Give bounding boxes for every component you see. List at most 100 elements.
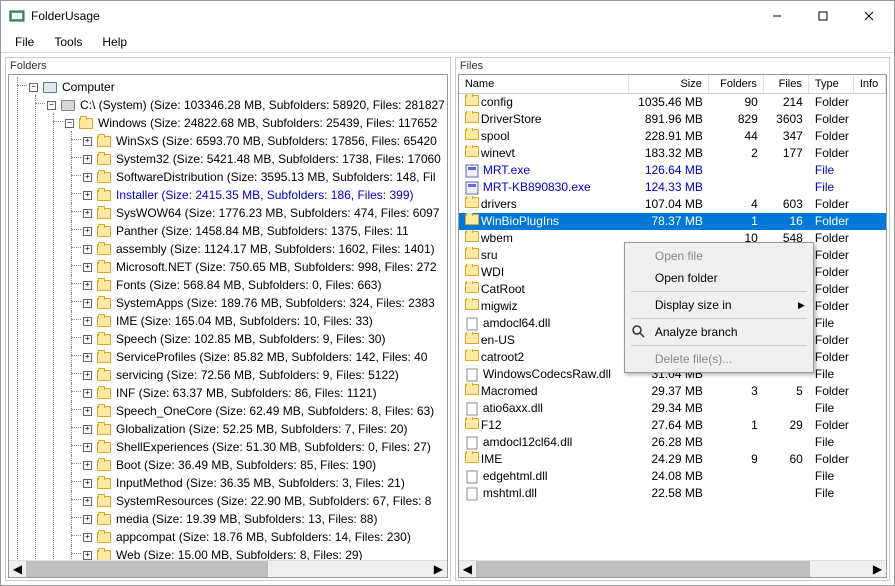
expand-icon[interactable]: + <box>83 497 92 506</box>
tree-windows[interactable]: Windows (Size: 24822.68 MB, Subfolders: … <box>98 115 437 131</box>
expand-icon[interactable]: + <box>83 551 92 560</box>
expand-icon[interactable]: + <box>83 461 92 470</box>
files-header: Files <box>456 58 889 74</box>
tree-item[interactable]: Panther (Size: 1458.84 MB, Subfolders: 1… <box>116 223 409 239</box>
expand-icon[interactable]: + <box>83 407 92 416</box>
expand-icon[interactable]: + <box>83 209 92 218</box>
ctx-analyze-branch[interactable]: Analyze branch <box>627 321 811 343</box>
expand-icon[interactable]: + <box>83 245 92 254</box>
tree-item[interactable]: INF (Size: 63.37 MB, Subfolders: 86, Fil… <box>116 385 377 401</box>
tree-item[interactable]: Boot (Size: 36.49 MB, Subfolders: 85, Fi… <box>116 457 376 473</box>
tree-item[interactable]: Fonts (Size: 568.84 MB, Subfolders: 0, F… <box>116 277 381 293</box>
expand-icon[interactable]: + <box>83 335 92 344</box>
minimize-button[interactable] <box>754 1 800 31</box>
scroll-left-icon[interactable]: ◀ <box>459 561 476 577</box>
tree-item[interactable]: ShellExperiences (Size: 51.30 MB, Subfol… <box>116 439 431 455</box>
tree-item[interactable]: InputMethod (Size: 36.35 MB, Subfolders:… <box>116 475 405 491</box>
files-hscroll[interactable]: ◀ ▶ <box>459 560 886 577</box>
file-row[interactable]: DriverStore891.96 MB8293603Folder <box>459 111 886 128</box>
file-row[interactable]: drivers107.04 MB4603Folder <box>459 196 886 213</box>
expand-icon[interactable]: + <box>83 389 92 398</box>
files-columns: Name Size Folders Files Type Info <box>459 75 886 94</box>
expand-icon[interactable]: + <box>83 443 92 452</box>
close-button[interactable] <box>846 1 892 31</box>
tree-root[interactable]: Computer <box>62 79 115 95</box>
col-size[interactable]: Size <box>629 75 709 93</box>
titlebar[interactable]: FolderUsage <box>1 1 894 31</box>
tree-item[interactable]: IME (Size: 165.04 MB, Subfolders: 10, Fi… <box>116 313 373 329</box>
file-row[interactable]: MRT.exe126.64 MBFile <box>459 162 886 179</box>
tree-item[interactable]: media (Size: 19.39 MB, Subfolders: 13, F… <box>116 511 377 527</box>
expand-icon[interactable]: + <box>83 281 92 290</box>
menu-help[interactable]: Help <box>92 33 137 51</box>
tree-item[interactable]: appcompat (Size: 18.76 MB, Subfolders: 1… <box>116 529 411 545</box>
file-row[interactable]: WinBioPlugIns78.37 MB116Folder <box>459 213 886 230</box>
ctx-open-file[interactable]: Open file <box>627 245 811 267</box>
tree-item[interactable]: WinSxS (Size: 6593.70 MB, Subfolders: 17… <box>116 133 437 149</box>
file-row[interactable]: amdocl12cl64.dll26.28 MBFile <box>459 434 886 451</box>
expand-icon[interactable]: + <box>83 515 92 524</box>
tree-item[interactable]: Speech (Size: 102.85 MB, Subfolders: 9, … <box>116 331 385 347</box>
collapse-icon[interactable]: − <box>65 119 74 128</box>
ctx-display-size[interactable]: Display size in▶ <box>627 294 811 316</box>
tree-item[interactable]: Speech_OneCore (Size: 62.49 MB, Subfolde… <box>116 403 434 419</box>
col-name[interactable]: Name <box>459 75 629 93</box>
file-row[interactable]: winevt183.32 MB2177Folder <box>459 145 886 162</box>
scroll-right-icon[interactable]: ▶ <box>869 561 886 577</box>
file-row[interactable]: atio6axx.dll29.34 MBFile <box>459 400 886 417</box>
file-row[interactable]: edgehtml.dll24.08 MBFile <box>459 468 886 485</box>
menu-tools[interactable]: Tools <box>44 33 92 51</box>
tree-drive[interactable]: C:\ (System) (Size: 103346.28 MB, Subfol… <box>80 97 445 113</box>
tree-item[interactable]: Installer (Size: 2415.35 MB, Subfolders:… <box>116 187 414 203</box>
file-row[interactable]: config1035.46 MB90214Folder <box>459 94 886 111</box>
expand-icon[interactable]: + <box>83 137 92 146</box>
ctx-delete-files[interactable]: Delete file(s)... <box>627 348 811 370</box>
expand-icon[interactable]: + <box>83 191 92 200</box>
file-row[interactable]: Macromed29.37 MB35Folder <box>459 383 886 400</box>
expand-icon[interactable]: + <box>83 173 92 182</box>
folders-hscroll[interactable]: ◀ ▶ <box>9 560 447 577</box>
tree-item[interactable]: ServiceProfiles (Size: 85.82 MB, Subfold… <box>116 349 427 365</box>
tree-item[interactable]: Microsoft.NET (Size: 750.65 MB, Subfolde… <box>116 259 437 275</box>
file-row[interactable]: mshtml.dll22.58 MBFile <box>459 485 886 502</box>
expand-icon[interactable]: + <box>83 155 92 164</box>
expand-icon[interactable]: + <box>83 533 92 542</box>
folder-tree[interactable]: −Computer −C:\ (System) (Size: 103346.28… <box>9 75 447 560</box>
tree-item[interactable]: SystemApps (Size: 189.76 MB, Subfolders:… <box>116 295 435 311</box>
expand-icon[interactable]: + <box>83 227 92 236</box>
file-name: IME <box>481 452 502 466</box>
file-type: Folder <box>809 230 854 247</box>
expand-icon[interactable]: + <box>83 263 92 272</box>
tree-item[interactable]: System32 (Size: 5421.48 MB, Subfolders: … <box>116 151 441 167</box>
expand-icon[interactable]: + <box>83 299 92 308</box>
scroll-left-icon[interactable]: ◀ <box>9 561 26 577</box>
scroll-right-icon[interactable]: ▶ <box>430 561 447 577</box>
tree-item[interactable]: servicing (Size: 72.56 MB, Subfolders: 9… <box>116 367 399 383</box>
file-folders: 9 <box>709 451 764 468</box>
tree-item[interactable]: SysWOW64 (Size: 1776.23 MB, Subfolders: … <box>116 205 439 221</box>
col-folders[interactable]: Folders <box>709 75 764 93</box>
folder-icon <box>97 496 111 507</box>
ctx-open-folder[interactable]: Open folder <box>627 267 811 289</box>
tree-item[interactable]: Web (Size: 15.00 MB, Subfolders: 8, File… <box>116 547 363 560</box>
menu-file[interactable]: File <box>5 33 44 51</box>
collapse-icon[interactable]: − <box>29 83 38 92</box>
tree-item[interactable]: Globalization (Size: 52.25 MB, Subfolder… <box>116 421 407 437</box>
file-row[interactable]: F1227.64 MB129Folder <box>459 417 886 434</box>
tree-item[interactable]: SystemResources (Size: 22.90 MB, Subfold… <box>116 493 431 509</box>
file-row[interactable]: IME24.29 MB960Folder <box>459 451 886 468</box>
file-row[interactable]: MRT-KB890830.exe124.33 MBFile <box>459 179 886 196</box>
expand-icon[interactable]: + <box>83 371 92 380</box>
collapse-icon[interactable]: − <box>47 101 56 110</box>
col-type[interactable]: Type <box>809 75 854 93</box>
expand-icon[interactable]: + <box>83 425 92 434</box>
expand-icon[interactable]: + <box>83 479 92 488</box>
maximize-button[interactable] <box>800 1 846 31</box>
tree-item[interactable]: assembly (Size: 1124.17 MB, Subfolders: … <box>116 241 435 257</box>
expand-icon[interactable]: + <box>83 353 92 362</box>
tree-item[interactable]: SoftwareDistribution (Size: 3595.13 MB, … <box>116 169 436 185</box>
expand-icon[interactable]: + <box>83 317 92 326</box>
file-row[interactable]: spool228.91 MB44347Folder <box>459 128 886 145</box>
col-files[interactable]: Files <box>764 75 809 93</box>
col-info[interactable]: Info <box>854 75 886 93</box>
